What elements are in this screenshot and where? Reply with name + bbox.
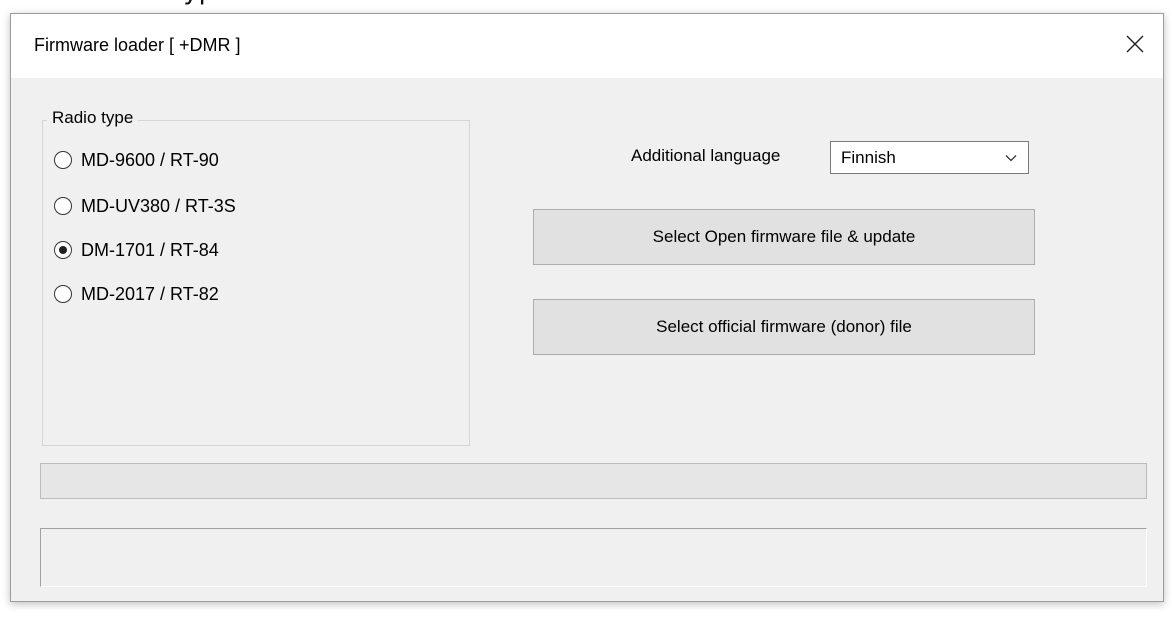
progress-bar <box>40 463 1147 499</box>
radio-option-md9600[interactable]: MD-9600 / RT-90 <box>54 148 219 172</box>
close-button[interactable] <box>1107 14 1163 78</box>
radio-type-group-label: Radio type <box>47 108 139 128</box>
radio-option-mduv380[interactable]: MD-UV380 / RT-3S <box>54 194 236 218</box>
radio-button[interactable] <box>54 151 72 169</box>
language-selected-value: Finnish <box>841 148 896 167</box>
firmware-loader-dialog: Firmware loader [ +DMR ] Radio type MD-9… <box>10 13 1164 602</box>
radio-button[interactable] <box>54 197 72 215</box>
partial-background-text: Select radio type and firmware <box>10 0 412 6</box>
close-icon <box>1126 35 1144 58</box>
radio-option-label: MD-9600 / RT-90 <box>81 149 219 170</box>
radio-button[interactable] <box>54 241 72 259</box>
window-title: Firmware loader [ +DMR ] <box>34 35 241 55</box>
language-select[interactable]: Finnish <box>830 141 1029 174</box>
select-official-firmware-button[interactable]: Select official firmware (donor) file <box>533 299 1035 355</box>
radio-button[interactable] <box>54 285 72 303</box>
radio-option-md2017[interactable]: MD-2017 / RT-82 <box>54 282 219 306</box>
status-box <box>40 528 1147 587</box>
radio-option-label: DM-1701 / RT-84 <box>81 239 219 260</box>
radio-option-label: MD-UV380 / RT-3S <box>81 195 236 216</box>
radio-option-dm1701[interactable]: DM-1701 / RT-84 <box>54 238 219 262</box>
select-open-firmware-button[interactable]: Select Open firmware file & update <box>533 209 1035 265</box>
chevron-down-icon <box>1004 151 1018 170</box>
title-bar: Firmware loader [ +DMR ] <box>11 14 1163 78</box>
language-label: Additional language <box>631 146 781 165</box>
radio-option-label: MD-2017 / RT-82 <box>81 283 219 304</box>
